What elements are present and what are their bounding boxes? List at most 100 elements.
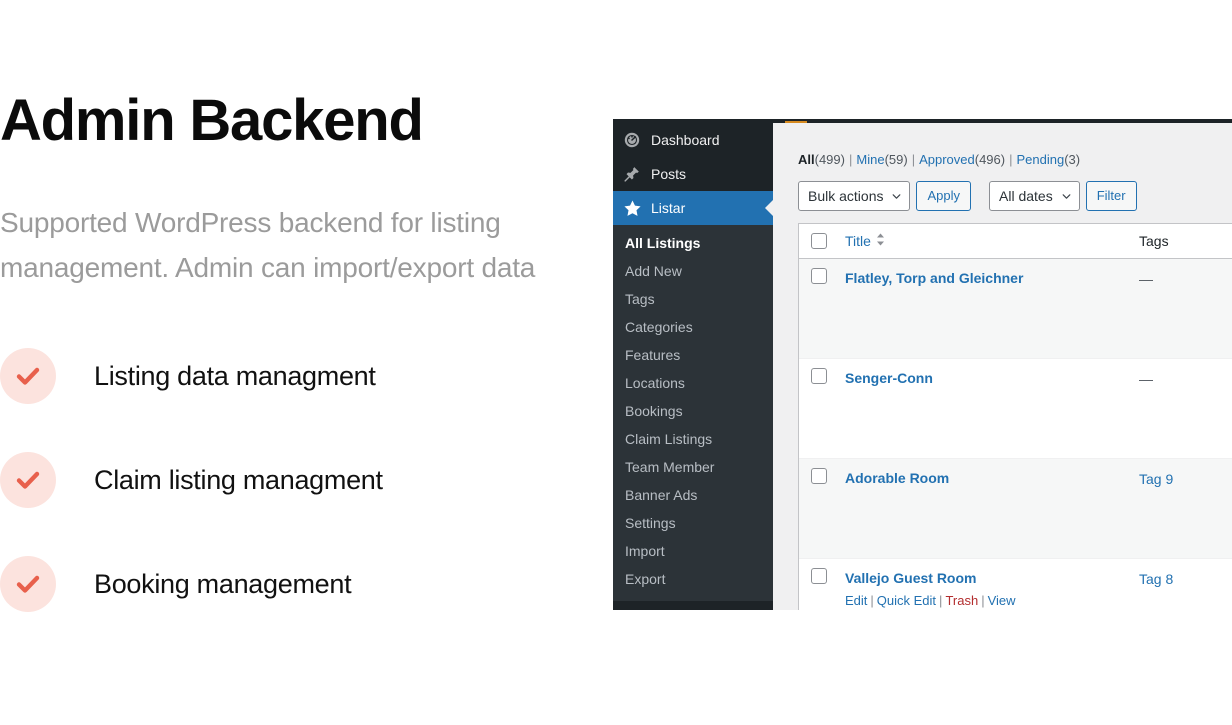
check-icon	[0, 452, 56, 508]
admin-sidebar: Dashboard Posts Listar All Listings Add …	[613, 123, 773, 610]
select-all-cell	[799, 233, 837, 249]
status-link-approved[interactable]: Approved	[919, 152, 975, 167]
status-link-pending[interactable]: Pending	[1016, 152, 1064, 167]
column-header-title: Title	[837, 233, 1139, 249]
feature-item: Listing data managment	[0, 348, 560, 404]
dates-value: All dates	[999, 188, 1053, 204]
listing-title-link[interactable]: Senger-Conn	[845, 368, 1139, 388]
feature-label: Booking management	[94, 569, 352, 599]
page-title: Admin Backend	[0, 87, 424, 153]
row-checkbox[interactable]	[811, 368, 827, 384]
row-action-trash[interactable]: Trash	[945, 593, 978, 608]
sidebar-item-add-new[interactable]: Add New	[613, 257, 773, 285]
row-title-cell: Vallejo Guest Room Edit | Quick Edit | Trash…	[837, 568, 1139, 610]
sidebar-item-settings[interactable]: Settings	[613, 509, 773, 537]
sidebar-item-dashboard[interactable]: Dashboard	[613, 123, 773, 157]
table-row[interactable]: Flatley, Torp and Gleichner —	[799, 259, 1232, 359]
sidebar-item-export[interactable]: Export	[613, 565, 773, 593]
sort-arrows-icon	[876, 233, 885, 249]
check-icon	[0, 348, 56, 404]
sidebar-item-label: Dashboard	[651, 132, 720, 148]
admin-content: All(499) | Mine(59) | Approved(496) | Pending(…	[773, 123, 1232, 610]
sidebar-item-import[interactable]: Import	[613, 537, 773, 565]
row-select-cell	[799, 468, 837, 484]
status-filter-links: All(499) | Mine(59) | Approved(496) | Pending(…	[798, 150, 1232, 170]
row-checkbox[interactable]	[811, 468, 827, 484]
sidebar-item-listar[interactable]: Listar	[613, 191, 773, 225]
sidebar-item-locations[interactable]: Locations	[613, 369, 773, 397]
tag-link[interactable]: Tag 9	[1139, 471, 1173, 487]
listing-title-link[interactable]: Adorable Room	[845, 468, 1139, 488]
dashboard-gauge-icon	[622, 130, 642, 150]
table-row[interactable]: Vallejo Guest Room Edit | Quick Edit | Trash…	[799, 559, 1232, 610]
row-action-edit[interactable]: Edit	[845, 593, 867, 608]
row-tags-cell: —	[1139, 371, 1153, 387]
table-row[interactable]: Senger-Conn —	[799, 359, 1232, 459]
sort-by-title-link[interactable]: Title	[845, 233, 885, 249]
separator: |	[939, 593, 943, 608]
wordpress-admin-panel: Dashboard Posts Listar All Listings Add …	[613, 119, 1232, 610]
sidebar-item-posts[interactable]: Posts	[613, 157, 773, 191]
status-count-approved: (496)	[974, 152, 1006, 167]
separator: |	[981, 593, 985, 608]
listings-table: Title Tags Flatley, Torp and Gleichner —…	[798, 223, 1232, 610]
status-link-mine[interactable]: Mine	[856, 152, 884, 167]
row-title-cell: Senger-Conn	[837, 368, 1139, 388]
row-select-cell	[799, 568, 837, 584]
column-header-tags: Tags	[1139, 233, 1169, 249]
star-icon	[622, 198, 642, 218]
chevron-down-icon	[1062, 194, 1071, 199]
page-subtitle: Supported WordPress backend for listing …	[0, 207, 536, 283]
sidebar-item-banner-ads[interactable]: Banner Ads	[613, 481, 773, 509]
feature-label: Claim listing managment	[94, 465, 383, 495]
row-action-view[interactable]: View	[988, 593, 1016, 608]
separator: |	[911, 152, 916, 167]
feature-list: Listing data managment Claim listing man…	[0, 348, 560, 660]
select-all-checkbox[interactable]	[811, 233, 827, 249]
status-count-mine: (59)	[884, 152, 908, 167]
bulk-actions-value: Bulk actions	[808, 188, 884, 204]
table-header-row: Title Tags	[799, 224, 1232, 259]
separator: |	[848, 152, 853, 167]
pin-icon	[622, 164, 642, 184]
row-checkbox[interactable]	[811, 268, 827, 284]
sidebar-item-label: Posts	[651, 166, 687, 182]
row-title-cell: Flatley, Torp and Gleichner	[837, 268, 1139, 288]
row-select-cell	[799, 268, 837, 284]
listar-submenu: All Listings Add New Tags Categories Fea…	[613, 225, 773, 601]
sidebar-item-categories[interactable]: Categories	[613, 313, 773, 341]
status-count-pending: (3)	[1064, 152, 1081, 167]
row-action-quick-edit[interactable]: Quick Edit	[877, 593, 936, 608]
bulk-actions-select[interactable]: Bulk actions	[798, 181, 911, 211]
separator: |	[1009, 152, 1013, 167]
sidebar-item-claim-listings[interactable]: Claim Listings	[613, 425, 773, 453]
listing-title-link[interactable]: Vallejo Guest Room	[845, 568, 1139, 588]
check-icon	[0, 556, 56, 612]
row-checkbox[interactable]	[811, 568, 827, 584]
row-tags-cell: Tag 8	[1139, 568, 1232, 589]
tag-link[interactable]: Tag 8	[1139, 571, 1173, 587]
table-row[interactable]: Adorable Room Tag 9	[799, 459, 1232, 559]
sidebar-item-tags[interactable]: Tags	[613, 285, 773, 313]
sidebar-item-team-member[interactable]: Team Member	[613, 453, 773, 481]
hero-section: Admin Backend Supported WordPress backen…	[0, 0, 612, 725]
status-link-all[interactable]: All	[798, 152, 815, 167]
row-tags-cell: Tag 9	[1139, 468, 1232, 489]
feature-item: Booking management	[0, 556, 560, 612]
column-title-label: Title	[845, 233, 871, 249]
feature-item: Claim listing managment	[0, 452, 560, 508]
status-count-all: (499)	[814, 152, 845, 167]
dates-select[interactable]: All dates	[989, 181, 1080, 211]
row-actions: Edit | Quick Edit | Trash | View	[845, 592, 1139, 610]
filter-button[interactable]: Filter	[1085, 181, 1137, 211]
sidebar-item-label: Listar	[651, 200, 686, 216]
sidebar-item-bookings[interactable]: Bookings	[613, 397, 773, 425]
table-toolbar: Bulk actions Apply All dates Filter	[798, 181, 1232, 211]
apply-button[interactable]: Apply	[916, 181, 972, 211]
listing-title-link[interactable]: Flatley, Torp and Gleichner	[845, 268, 1139, 288]
row-title-cell: Adorable Room	[837, 468, 1139, 488]
row-select-cell	[799, 368, 837, 384]
chevron-down-icon	[893, 194, 901, 199]
sidebar-item-features[interactable]: Features	[613, 341, 773, 369]
sidebar-item-all-listings[interactable]: All Listings	[613, 229, 773, 257]
